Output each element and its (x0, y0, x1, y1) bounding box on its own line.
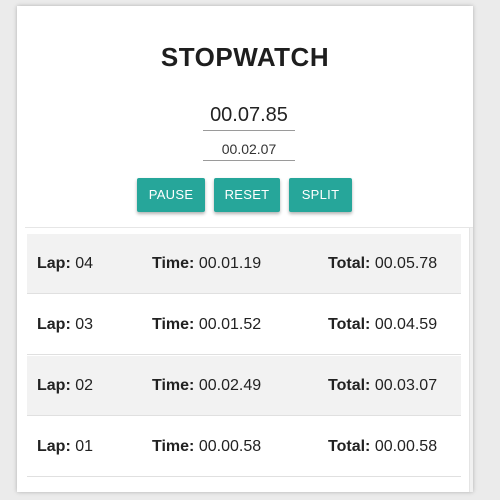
lap-number: 02 (75, 377, 94, 394)
lap-total: 00.00.58 (374, 438, 438, 455)
lap-total-cell: Total: 00.05.78 (328, 234, 437, 294)
lap-label: Lap: (37, 316, 71, 333)
main-time-display: 00.07.85 (203, 102, 295, 131)
lap-row: Lap: 02 Time: 00.02.49 Total: 00.03.07 (27, 356, 461, 416)
time-label: Time: (152, 316, 195, 333)
stopwatch-card: STOPWATCH 00.07.85 00.02.07 PAUSE RESET … (17, 6, 473, 492)
time-label: Time: (152, 377, 195, 394)
total-label: Total: (328, 377, 371, 394)
lap-number-cell: Lap: 01 (37, 417, 93, 477)
lap-number-cell: Lap: 03 (37, 295, 93, 355)
split-time-display: 00.02.07 (203, 138, 295, 161)
lap-label: Lap: (37, 377, 71, 394)
lap-time-cell: Time: 00.00.58 (152, 417, 261, 477)
lap-row: Lap: 03 Time: 00.01.52 Total: 00.04.59 (27, 295, 461, 355)
total-label: Total: (328, 438, 371, 455)
split-button[interactable]: SPLIT (289, 178, 352, 212)
reset-button[interactable]: RESET (214, 178, 280, 212)
lap-time: 00.01.19 (198, 255, 262, 272)
lap-row: Lap: 04 Time: 00.01.19 Total: 00.05.78 (27, 234, 461, 294)
lap-number-cell: Lap: 04 (37, 234, 93, 294)
total-label: Total: (328, 316, 371, 333)
row-divider (27, 293, 461, 294)
lap-total: 00.03.07 (374, 377, 438, 394)
pause-button[interactable]: PAUSE (137, 178, 205, 212)
lap-time: 00.01.52 (198, 316, 262, 333)
row-divider (27, 476, 461, 477)
total-label: Total: (328, 255, 371, 272)
lap-number: 03 (75, 316, 94, 333)
lap-total-cell: Total: 00.00.58 (328, 417, 437, 477)
lap-number: 01 (75, 438, 94, 455)
time-label: Time: (152, 255, 195, 272)
lap-time-cell: Time: 00.01.52 (152, 295, 261, 355)
row-divider (27, 415, 461, 416)
laps-list: Lap: 04 Time: 00.01.19 Total: 00.05.78 L… (25, 227, 473, 492)
lap-label: Lap: (37, 255, 71, 272)
lap-total-cell: Total: 00.03.07 (328, 356, 437, 416)
lap-total: 00.05.78 (374, 255, 438, 272)
lap-number-cell: Lap: 02 (37, 356, 93, 416)
lap-total: 00.04.59 (374, 316, 438, 333)
lap-time: 00.02.49 (198, 377, 262, 394)
lap-time: 00.00.58 (198, 438, 262, 455)
lap-total-cell: Total: 00.04.59 (328, 295, 437, 355)
row-divider (27, 354, 461, 355)
time-label: Time: (152, 438, 195, 455)
lap-number: 04 (75, 255, 94, 272)
lap-label: Lap: (37, 438, 71, 455)
laps-scrollbar[interactable] (469, 228, 473, 492)
lap-row: Lap: 01 Time: 00.00.58 Total: 00.00.58 (27, 417, 461, 477)
lap-time-cell: Time: 00.01.19 (152, 234, 261, 294)
lap-time-cell: Time: 00.02.49 (152, 356, 261, 416)
app-title: STOPWATCH (160, 42, 330, 72)
